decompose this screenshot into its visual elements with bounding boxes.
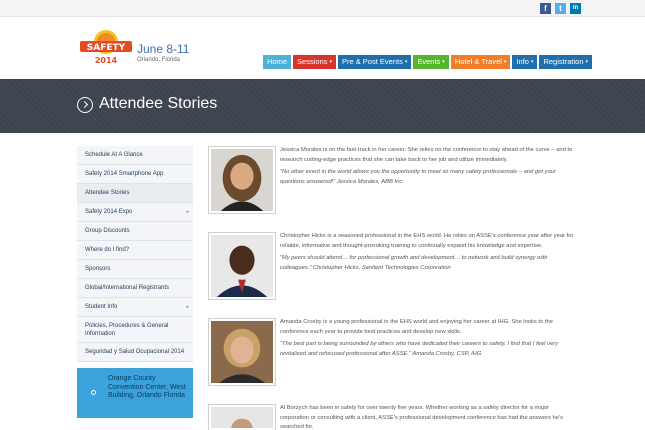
venue-location-box[interactable]: Orange County Convention Center, West Bu… xyxy=(77,368,193,418)
story-text: Al Borzych has been in safety for over t… xyxy=(280,405,564,430)
story-text: Christopher Hicks is a seasoned professi… xyxy=(280,233,574,249)
main-nav: Home Sessions ▾ Pre & Post Events ▾ Events… xyxy=(263,55,593,69)
nav-pre-post-events[interactable]: Pre & Post Events ▾ xyxy=(337,55,412,69)
chevron-down-icon: ▾ xyxy=(404,59,408,66)
story-quote: “The best part is being surrounded by ot… xyxy=(280,341,558,357)
chevron-right-icon: ▸ xyxy=(186,304,189,310)
sidebar-item-policies[interactable]: Policies, Procedures & General Informati… xyxy=(77,317,193,343)
nav-events[interactable]: Events ▾ xyxy=(413,55,449,69)
svg-text:2014: 2014 xyxy=(95,56,118,65)
event-location: Orlando, Florida xyxy=(137,57,181,63)
story-block: Christopher Hicks is a seasoned professi… xyxy=(280,232,576,273)
story-quote: “No other event in the world allows you … xyxy=(280,169,556,185)
chevron-right-icon: ▸ xyxy=(186,209,189,215)
attendee-photo xyxy=(208,404,276,430)
story-quote: “My peers should attend… for professiona… xyxy=(280,255,548,271)
twitter-icon[interactable]: t xyxy=(555,3,566,14)
page-title: Attendee Stories xyxy=(99,95,218,112)
sidebar-item-smartphone-app[interactable]: Safety 2014 Smartphone App xyxy=(77,165,193,184)
chevron-down-icon: ▾ xyxy=(329,59,332,66)
sidebar-item-student-info[interactable]: Student Info ▸ xyxy=(77,298,193,317)
chevron-down-icon: ▾ xyxy=(442,59,445,66)
story-block: Amanda Crosby is a young professional in… xyxy=(280,318,576,359)
story-block: Al Borzych has been in safety for over t… xyxy=(280,404,576,430)
chevron-down-icon: ▾ xyxy=(585,59,589,66)
venue-location-text: Orange County Convention Center, West Bu… xyxy=(108,375,186,399)
attendee-photo xyxy=(208,146,276,214)
sidebar-item-sponsors[interactable]: Sponsors xyxy=(77,260,193,279)
linkedin-icon[interactable]: in xyxy=(570,3,581,14)
sidebar-item-group-discounts[interactable]: Group Discounts xyxy=(77,222,193,241)
page-banner xyxy=(0,79,645,133)
chevron-down-icon: ▾ xyxy=(503,59,507,66)
story-text: Jessica Morales is on the fast-track in … xyxy=(280,147,573,163)
sidebar-item-schedule[interactable]: Schedule At A Glance xyxy=(77,146,193,165)
story-block: Jessica Morales is on the fast-track in … xyxy=(280,146,576,187)
nav-sessions[interactable]: Sessions ▾ xyxy=(293,55,336,69)
chevron-down-icon: ▾ xyxy=(530,59,534,66)
sidebar-item-expo[interactable]: Safety 2014 Expo ▸ xyxy=(77,203,193,222)
svg-text:SAFETY: SAFETY xyxy=(87,43,126,53)
nav-info[interactable]: Info ▾ xyxy=(512,55,538,69)
nav-hotel-travel[interactable]: Hotel & Travel ▾ xyxy=(450,55,511,69)
attendee-photo xyxy=(208,318,276,386)
sidebar-item-global-registrants[interactable]: Global/International Registrants xyxy=(77,279,193,298)
safety-2014-logo[interactable]: SAFETY 2014 xyxy=(78,26,134,68)
nav-home[interactable]: Home xyxy=(263,55,292,69)
arrow-circle-icon xyxy=(77,97,93,113)
location-pin-icon xyxy=(91,390,96,395)
facebook-icon[interactable]: f xyxy=(540,3,551,14)
sidebar-item-attendee-stories[interactable]: Attendee Stories xyxy=(77,184,193,203)
sidebar-menu: Schedule At A Glance Safety 2014 Smartph… xyxy=(77,146,193,362)
attendee-photo xyxy=(208,232,276,300)
nav-registration[interactable]: Registration ▾ xyxy=(539,55,593,69)
top-bar: f t in xyxy=(0,0,645,17)
sidebar-item-seguridad[interactable]: Seguridad y Salud Ocupacional 2014 xyxy=(77,343,193,362)
sidebar-item-where-do-i-find[interactable]: Where do I find? xyxy=(77,241,193,260)
story-text: Amanda Crosby is a young professional in… xyxy=(280,319,553,335)
event-date: June 8-11 xyxy=(137,42,190,56)
